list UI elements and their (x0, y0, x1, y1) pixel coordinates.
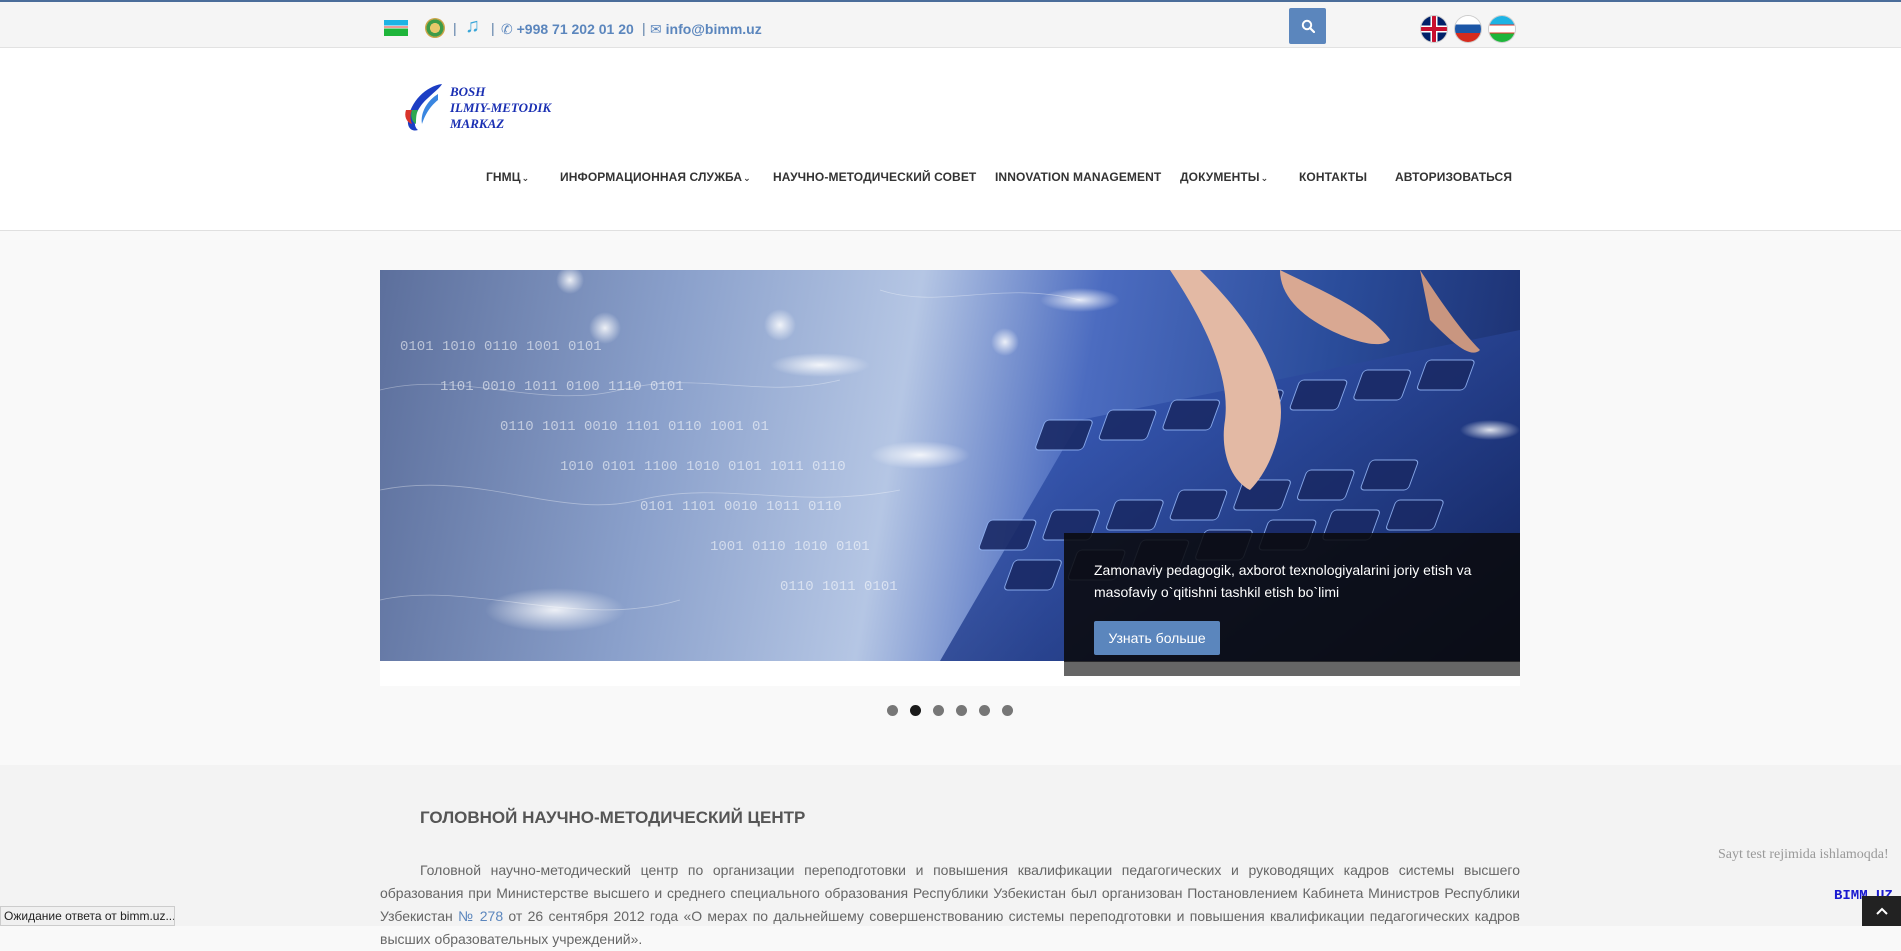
email-link[interactable]: ✉ info@bimm.uz (650, 21, 762, 38)
logo-line: BOSH (450, 84, 486, 99)
separator: | (642, 20, 646, 36)
svg-text:0101 1010 0110 1001 0101: 0101 1010 0110 1001 0101 (400, 339, 602, 355)
site-logo[interactable]: BOSH ILMIY-METODIK MARKAZ (398, 80, 568, 136)
decree-link[interactable]: № 278 (458, 908, 503, 924)
lang-en-flag-icon[interactable] (1421, 16, 1447, 42)
slider-dot[interactable] (979, 705, 990, 716)
about-section: ГОЛОВНОЙ НАУЧНО-МЕТОДИЧЕСКИЙ ЦЕНТР Голов… (0, 765, 1901, 947)
chevron-up-icon (1875, 907, 1888, 915)
top-bar: | ♫ | ✆ +998 71 202 01 20 | ✉ info@bimm.… (0, 0, 1901, 48)
logo-text: BOSH ILMIY-METODIK MARKAZ (450, 84, 551, 132)
nav-label: ИНФОРМАЦИОННАЯ СЛУЖБА (560, 170, 743, 184)
chevron-down-icon: ⌄ (1260, 173, 1269, 183)
search-icon (1301, 19, 1315, 33)
caption-text: Zamonaviy pedagogik, axborot texnologiya… (1094, 562, 1472, 600)
lang-ru-flag-icon[interactable] (1455, 16, 1481, 42)
nav-item-innovation-management[interactable]: INNOVATION MANAGEMENT (995, 170, 1161, 184)
nav-label: КОНТАКТЫ (1299, 170, 1368, 184)
phone-link[interactable]: ✆ +998 71 202 01 20 (501, 21, 634, 38)
nav-item-info-service[interactable]: ИНФОРМАЦИОННАЯ СЛУЖБА⌄ (560, 170, 751, 184)
nav-item-login[interactable]: АВТОРИЗОВАТЬСЯ (1395, 170, 1512, 184)
music-note-icon[interactable]: ♫ (465, 15, 480, 38)
nav-label: АВТОРИЗОВАТЬСЯ (1395, 170, 1513, 184)
separator: | (491, 20, 495, 36)
main-nav: ГНМЦ⌄ ИНФОРМАЦИОННАЯ СЛУЖБА⌄ НАУЧНО-МЕТО… (0, 170, 1901, 190)
nav-item-contacts[interactable]: КОНТАКТЫ (1299, 170, 1367, 184)
learn-more-button[interactable]: Узнать больше (1094, 621, 1220, 655)
scroll-to-top-button[interactable] (1862, 896, 1901, 926)
state-emblem-icon[interactable] (425, 18, 445, 38)
separator: | (453, 20, 457, 36)
slide-caption: Zamonaviy pedagogik, axborot texnologiya… (1064, 533, 1520, 676)
site-header: BOSH ILMIY-METODIK MARKAZ ГНМЦ⌄ ИНФОРМАЦ… (0, 48, 1901, 231)
nav-label: INNOVATION MANAGEMENT (995, 170, 1162, 184)
slider-dot[interactable] (933, 705, 944, 716)
slider-dot-active[interactable] (910, 705, 921, 716)
section-text: Головной научно-методический центр по ор… (380, 859, 1520, 951)
logo-line: ILMIY-METODIK (450, 100, 552, 115)
test-mode-notice: Sayt test rejimida ishlamoqda! (1718, 847, 1889, 862)
hero-slider: 0101 1010 0110 1001 0101 1101 0010 1011 … (380, 270, 1520, 686)
svg-text:1001 0110 1010 0101: 1001 0110 1010 0101 (710, 539, 870, 555)
chevron-down-icon: ⌄ (743, 173, 751, 183)
nav-item-gnmc[interactable]: ГНМЦ⌄ (486, 170, 529, 184)
uz-flag-icon[interactable] (384, 20, 408, 36)
slider-dot[interactable] (887, 705, 898, 716)
text-part: от 26 сентября 2012 года «О мерах по дал… (380, 908, 1520, 947)
nav-label: ДОКУМЕНТЫ (1180, 170, 1260, 184)
lang-uz-flag-icon[interactable] (1489, 16, 1515, 42)
logo-mark-icon (405, 84, 442, 131)
nav-label: НАУЧНО-МЕТОДИЧЕСКИЙ СОВЕТ (773, 170, 977, 184)
slider-dot[interactable] (1002, 705, 1013, 716)
nav-item-documents[interactable]: ДОКУМЕНТЫ⌄ (1180, 170, 1268, 184)
search-button[interactable] (1289, 8, 1326, 44)
phone-number: +998 71 202 01 20 (516, 21, 634, 37)
caption-bar (1064, 662, 1520, 676)
nav-item-scientific-council[interactable]: НАУЧНО-МЕТОДИЧЕСКИЙ СОВЕТ (773, 170, 976, 184)
svg-text:0110 1011 0010 1101 0110 1001: 0110 1011 0010 1101 0110 1001 01 (500, 419, 769, 435)
nav-label: ГНМЦ (486, 170, 521, 184)
svg-text:0101 1101 0010 1011 0110: 0101 1101 0010 1011 0110 (640, 499, 842, 515)
chevron-down-icon: ⌄ (521, 173, 530, 183)
svg-text:1010 0101 1100 1010 0101 1011: 1010 0101 1100 1010 0101 1011 0110 (560, 459, 846, 475)
phone-icon: ✆ (501, 21, 513, 37)
email-address: info@bimm.uz (665, 21, 762, 37)
envelope-icon: ✉ (650, 21, 662, 37)
slider-dot[interactable] (956, 705, 967, 716)
svg-text:0110 1011 0101: 0110 1011 0101 (780, 579, 898, 595)
browser-status-bar: Ожидание ответа от bimm.uz... (0, 906, 175, 926)
section-title: ГОЛОВНОЙ НАУЧНО-МЕТОДИЧЕСКИЙ ЦЕНТР (420, 808, 806, 827)
logo-line: MARKAZ (450, 116, 505, 131)
